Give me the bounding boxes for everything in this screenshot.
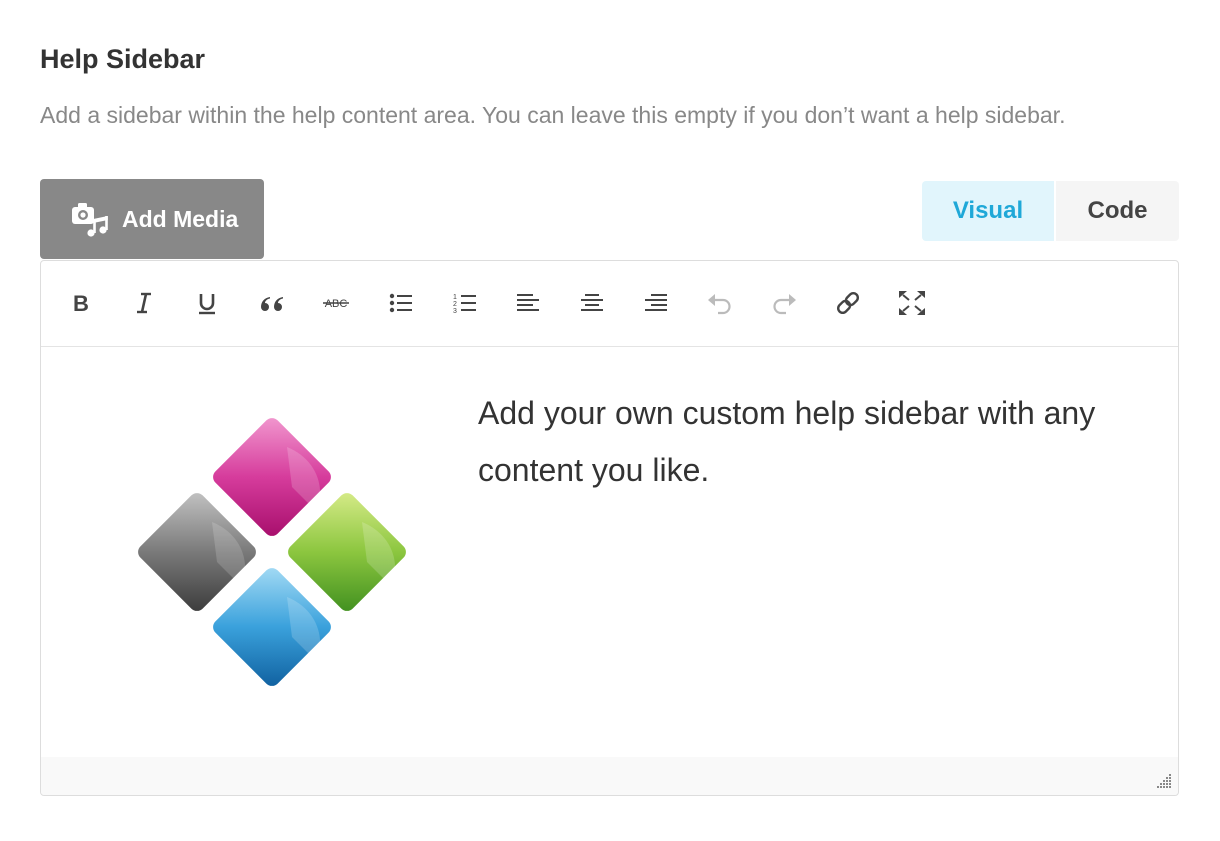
- align-center-icon: [581, 294, 603, 311]
- align-left-icon: [517, 294, 539, 311]
- blockquote-icon: [261, 297, 283, 311]
- fullscreen-button[interactable]: [892, 283, 932, 323]
- svg-text:B: B: [73, 291, 89, 315]
- link-icon: [836, 291, 860, 315]
- section-title: Help Sidebar: [40, 44, 206, 74]
- four-diamonds-logo: [138, 418, 406, 686]
- link-button[interactable]: [828, 283, 868, 323]
- blockquote-button[interactable]: [252, 283, 292, 323]
- editor-content-text: Add your own custom help sidebar with an…: [478, 395, 1096, 488]
- svg-text:3: 3: [453, 308, 457, 315]
- underline-button[interactable]: [187, 283, 227, 323]
- redo-icon: [773, 294, 796, 315]
- align-left-button[interactable]: [508, 283, 548, 323]
- section-description: Add a sidebar within the help content ar…: [40, 102, 1066, 128]
- resize-handle-icon[interactable]: [1154, 771, 1172, 789]
- green-diamond: [288, 493, 406, 611]
- blue-diamond: [213, 568, 331, 686]
- undo-button[interactable]: [700, 283, 740, 323]
- redo-button[interactable]: [764, 283, 804, 323]
- undo-icon: [708, 294, 731, 315]
- fullscreen-icon: [899, 291, 925, 315]
- gray-diamond: [138, 493, 256, 611]
- strikethrough-button[interactable]: ABC: [316, 283, 356, 323]
- editor-content-area[interactable]: Add your own custom help sidebar with an…: [41, 347, 1178, 757]
- editor-toolbar: B ABC 1 2 3: [41, 261, 1178, 347]
- align-right-button[interactable]: [636, 283, 676, 323]
- svg-text:ABC: ABC: [325, 298, 348, 310]
- editor-statusbar: [41, 757, 1178, 795]
- add-media-button[interactable]: Add Media: [40, 179, 264, 259]
- align-center-button[interactable]: [572, 283, 612, 323]
- bullet-list-icon: [389, 293, 412, 313]
- svg-text:2: 2: [453, 301, 457, 308]
- strikethrough-icon: ABC: [323, 298, 349, 310]
- svg-text:1: 1: [453, 294, 457, 301]
- bold-icon: B: [73, 291, 89, 315]
- add-media-label: Add Media: [122, 205, 239, 232]
- italic-icon: [137, 292, 151, 314]
- editor-mode-tabs: Visual Code: [922, 181, 1179, 241]
- align-right-icon: [645, 294, 667, 311]
- bullet-list-button[interactable]: [381, 283, 421, 323]
- media-icon: [72, 203, 108, 237]
- underline-icon: [199, 294, 215, 315]
- magenta-diamond: [213, 418, 331, 536]
- tab-visual[interactable]: Visual: [922, 181, 1054, 241]
- tab-code[interactable]: Code: [1055, 181, 1179, 241]
- rich-text-editor: B ABC 1 2 3 Add your own custom help sid…: [40, 260, 1179, 796]
- numbered-list-icon: 1 2 3: [453, 294, 476, 315]
- italic-button[interactable]: [124, 283, 164, 323]
- bold-button[interactable]: B: [61, 283, 101, 323]
- numbered-list-button[interactable]: 1 2 3: [445, 283, 485, 323]
